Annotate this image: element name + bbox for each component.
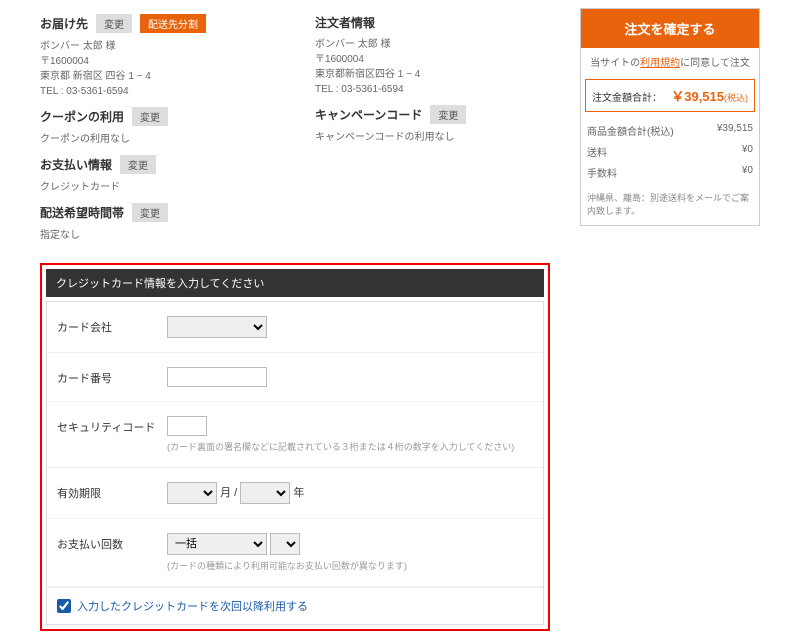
total-label: 注文金額合計： xyxy=(592,89,662,104)
cc-month-select[interactable] xyxy=(167,482,217,504)
cc-expiry-label: 有効期限 xyxy=(57,482,167,501)
delivery-tel: TEL : 03-5361-6594 xyxy=(40,84,275,99)
timeslot-text: 指定なし xyxy=(40,228,275,243)
delivery-addr: 東京都 新宿区 四谷 1 − 4 xyxy=(40,69,275,84)
campaign-change-button[interactable]: 変更 xyxy=(430,105,466,124)
shipping-note: 沖縄県、離島：別途送料をメールでご案内致します。 xyxy=(581,187,759,225)
orderer-tel: TEL : 03-5361-6594 xyxy=(315,82,550,97)
cc-times-hint: (カードの種類により利用可能なお支払い回数が異なります) xyxy=(167,559,533,572)
line-item-value: ¥39,515 xyxy=(717,123,753,138)
campaign-title: キャンペーンコード xyxy=(315,106,422,123)
cc-save-checkbox[interactable] xyxy=(57,599,71,613)
payment-text: クレジットカード xyxy=(40,180,275,195)
orderer-addr: 東京都新宿区四谷 1 − 4 xyxy=(315,67,550,82)
cc-company-label: カード会社 xyxy=(57,316,167,335)
cc-number-input[interactable] xyxy=(167,367,267,387)
orderer-info: ボンバー 太郎 様 〒1600004 東京都新宿区四谷 1 − 4 TEL : … xyxy=(315,37,550,97)
timeslot-title: 配送希望時間帯 xyxy=(40,204,124,221)
orderer-zip: 〒1600004 xyxy=(315,52,550,67)
orderer-name: ボンバー 太郎 様 xyxy=(315,37,550,52)
cc-cvv-label: セキュリティコード xyxy=(57,416,167,435)
confirm-order-button[interactable]: 注文を確定する xyxy=(581,9,759,48)
campaign-text: キャンペーンコードの利用なし xyxy=(315,130,550,145)
orderer-title: 注文者情報 xyxy=(315,14,375,31)
delivery-title: お届け先 xyxy=(40,15,88,32)
line-item-label: 手数料 xyxy=(587,165,617,180)
timeslot-change-button[interactable]: 変更 xyxy=(132,203,168,222)
line-item-value: ¥0 xyxy=(742,144,753,159)
cc-header: クレジットカード情報を入力してください xyxy=(46,269,544,297)
payment-change-button[interactable]: 変更 xyxy=(120,155,156,174)
line-item-value: ¥0 xyxy=(742,165,753,180)
delivery-split-button[interactable]: 配送先分割 xyxy=(140,14,206,33)
cc-company-select[interactable] xyxy=(167,316,267,338)
cc-cvv-input[interactable] xyxy=(167,416,207,436)
terms-post: に同意して注文 xyxy=(680,58,750,69)
delivery-name: ボンバー 太郎 様 xyxy=(40,39,275,54)
cc-cvv-hint: (カード裏面の署名欄などに記載されている３桁または４桁の数字を入力してください) xyxy=(167,440,533,453)
terms-text: 当サイトの利用規約に同意して注文 xyxy=(581,48,759,75)
terms-link[interactable]: 利用規約 xyxy=(640,58,680,69)
total-value: ￥39,515 xyxy=(671,89,724,104)
delivery-info: ボンバー 太郎 様 〒1600004 東京都 新宿区 四谷 1 − 4 TEL … xyxy=(40,39,275,99)
terms-pre: 当サイトの xyxy=(590,58,640,69)
credit-card-form: クレジットカード情報を入力してください カード会社 カード番号 セキュリティコー… xyxy=(40,263,550,631)
cc-year-text: 年 xyxy=(293,487,304,499)
coupon-change-button[interactable]: 変更 xyxy=(132,107,168,126)
coupon-title: クーポンの利用 xyxy=(40,108,124,125)
total-tax: (税込) xyxy=(724,93,748,103)
cc-number-label: カード番号 xyxy=(57,367,167,386)
cc-save-label[interactable]: 入力したクレジットカードを次回以降利用する xyxy=(77,598,308,614)
cc-times-select[interactable]: 一括 xyxy=(167,533,267,555)
delivery-change-button[interactable]: 変更 xyxy=(96,14,132,33)
line-item-label: 送料 xyxy=(587,144,607,159)
coupon-text: クーポンの利用なし xyxy=(40,132,275,147)
cc-month-text: 月 / xyxy=(220,487,237,499)
cc-times-label: お支払い回数 xyxy=(57,533,167,552)
payment-title: お支払い情報 xyxy=(40,156,112,173)
delivery-zip: 〒1600004 xyxy=(40,54,275,69)
cc-times-sub-select[interactable] xyxy=(270,533,300,555)
line-item-label: 商品金額合計(税込) xyxy=(587,123,674,138)
order-summary: 注文を確定する 当サイトの利用規約に同意して注文 注文金額合計： ￥39,515… xyxy=(580,8,760,226)
cc-year-select[interactable] xyxy=(240,482,290,504)
